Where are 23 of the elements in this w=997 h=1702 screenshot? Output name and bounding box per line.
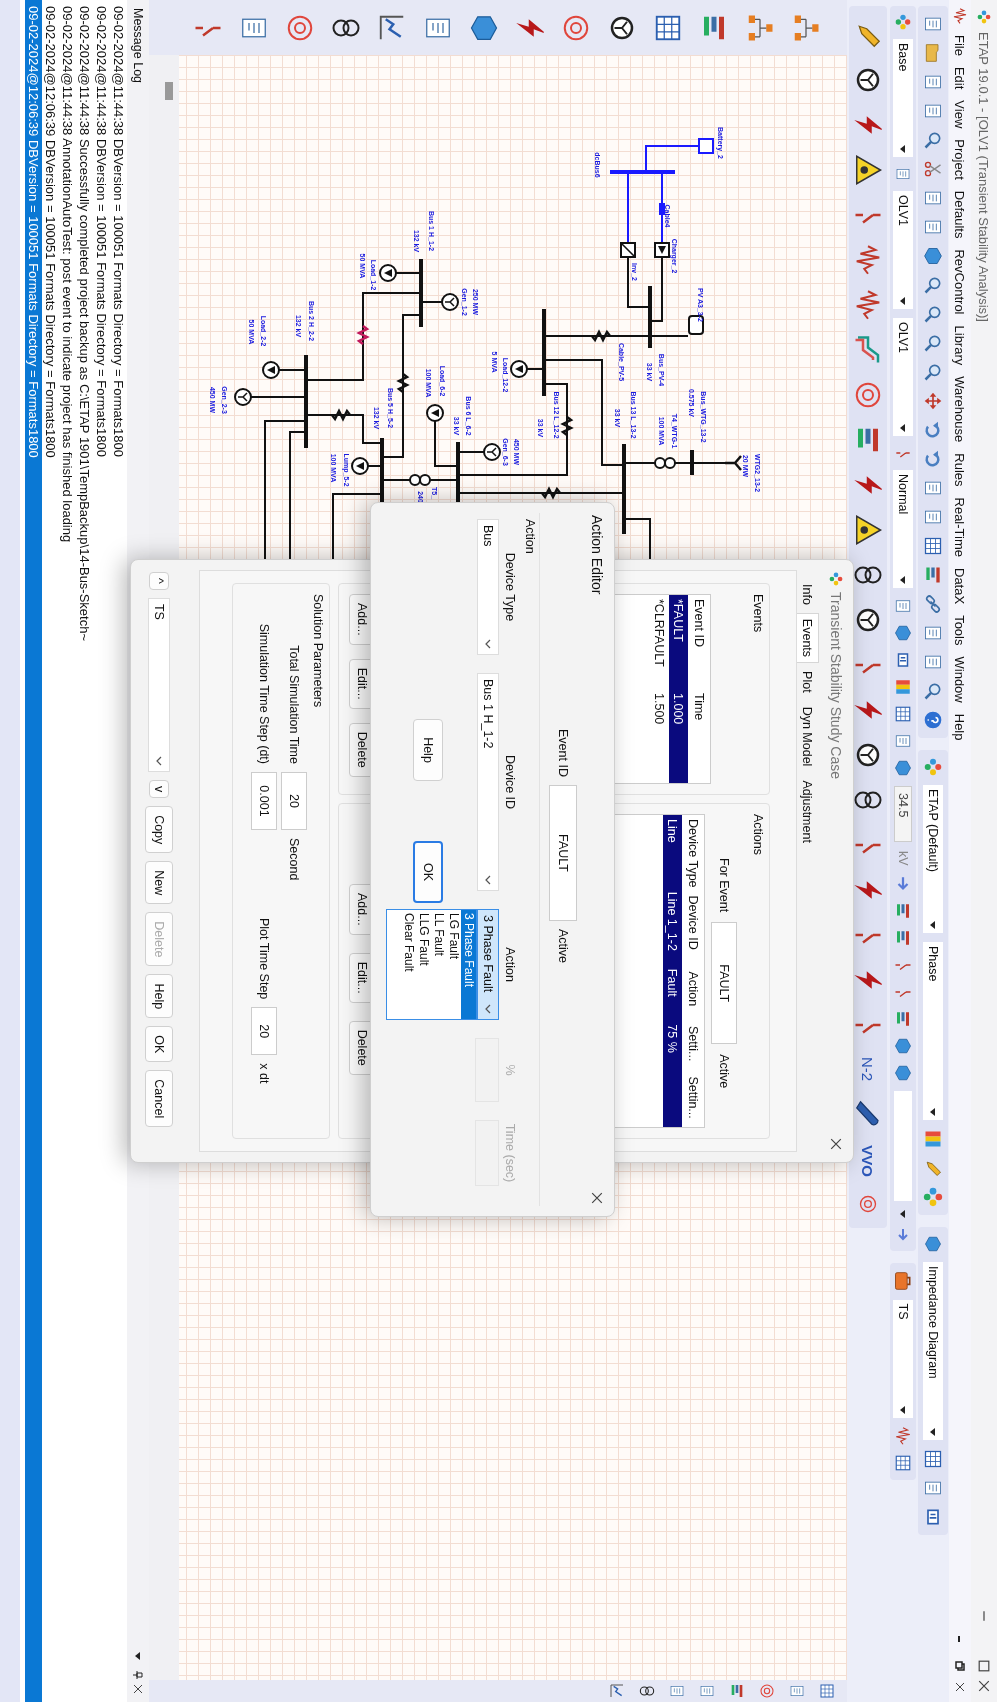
field-label: Active bbox=[556, 928, 570, 963]
group-label: Solution Parameters bbox=[311, 594, 325, 710]
field-label: For Event bbox=[717, 858, 731, 913]
unit-label: x dt bbox=[257, 1063, 271, 1084]
field-label: % bbox=[503, 1063, 517, 1078]
field-label: Total Simulation Time bbox=[287, 644, 301, 764]
group-label: Events bbox=[751, 594, 765, 635]
field-label: Simulation Time Step (dt) bbox=[257, 622, 271, 764]
field-label: Plot Time Step bbox=[257, 918, 271, 1000]
field-label: Device ID bbox=[503, 753, 517, 812]
voltage-unit: kV bbox=[896, 851, 910, 866]
field-label: Action bbox=[503, 946, 517, 984]
window-title: ETAP 19.0.1 - [OLV1 (Transient Stability Analysis)] bbox=[976, 32, 992, 322]
group-label: Action bbox=[523, 519, 537, 556]
field-label: Time (sec) bbox=[503, 1122, 517, 1185]
dialog-title: Action Editor bbox=[589, 515, 605, 595]
group-label: Actions bbox=[751, 814, 765, 857]
panel-title: Message Log bbox=[131, 8, 145, 84]
field-label: Device Type bbox=[503, 551, 517, 624]
unit-label: Second bbox=[287, 838, 301, 881]
dialog-title: Transient Stability Study Case bbox=[828, 592, 844, 779]
field-label: Event ID bbox=[556, 729, 570, 777]
field-label: Active bbox=[717, 1054, 731, 1089]
